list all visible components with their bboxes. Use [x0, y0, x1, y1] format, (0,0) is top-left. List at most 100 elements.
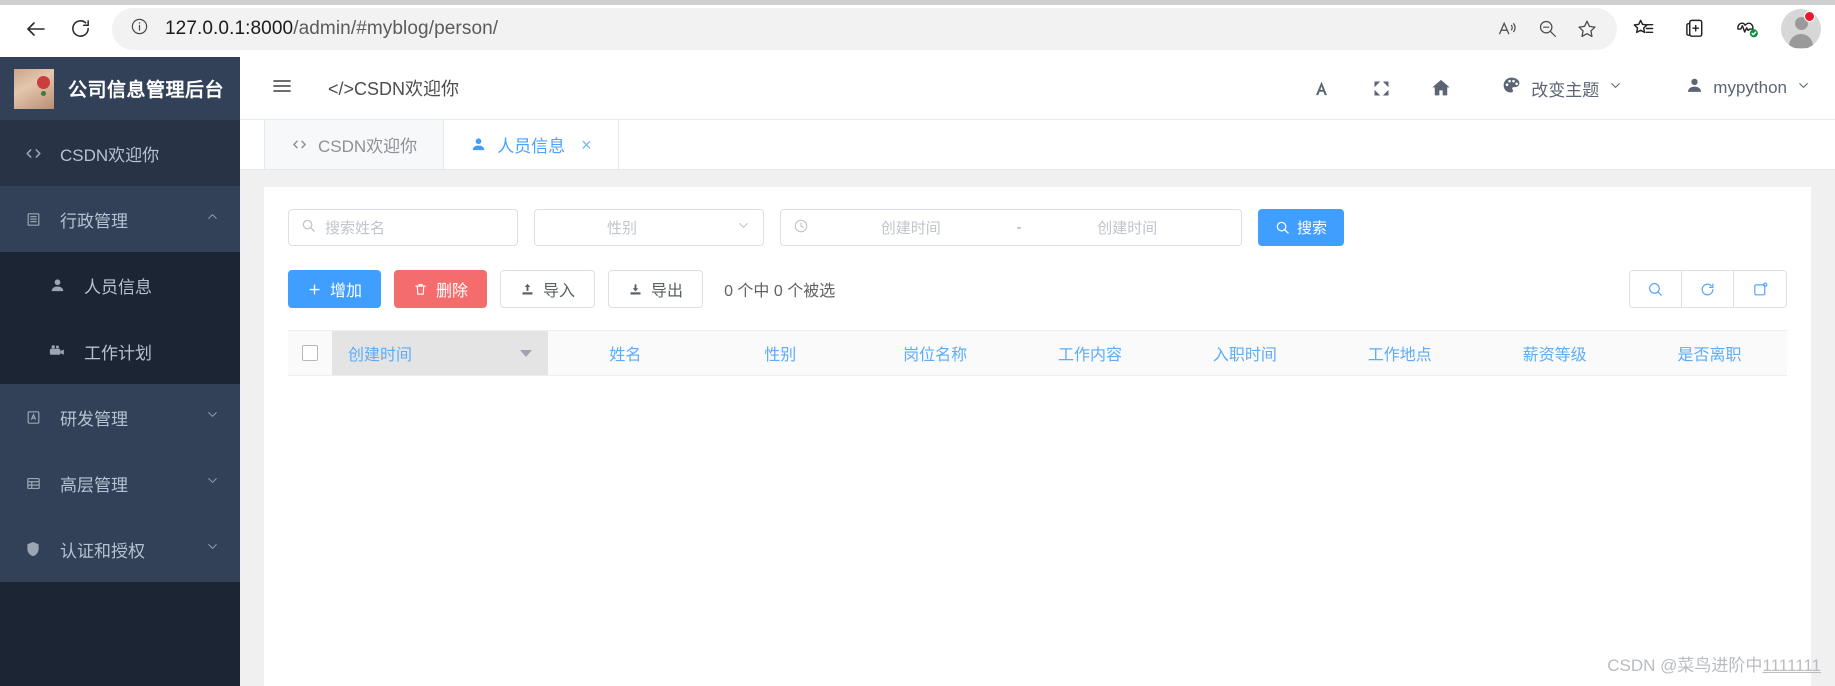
sidebar-item-label: 工作计划 [84, 343, 152, 363]
column-header-label: 创建时间 [348, 347, 413, 364]
search-name-placeholder: 搜索姓名 [325, 220, 386, 237]
column-header-hire-date[interactable]: 入职时间 [1168, 331, 1323, 375]
import-button-label: 导入 [543, 283, 576, 300]
gender-select[interactable]: 性别 [534, 209, 764, 246]
sidebar-item-label: 行政管理 [60, 211, 128, 231]
filter-row: 搜索姓名 性别 创建时间 - 创建时间 搜索 [288, 209, 1787, 246]
profile-notification-badge [1804, 10, 1815, 22]
page-title: </>CSDN欢迎你 [328, 79, 460, 99]
projector-icon [46, 342, 68, 360]
user-menu[interactable]: mypython [1685, 76, 1811, 100]
avatar-body [1789, 33, 1813, 48]
sidebar: 公司信息管理后台 CSDN欢迎你 行政管理 人员信息 工作计划 研发管理 高层管… [0, 57, 240, 686]
tab-bar: CSDN欢迎你 人员信息 × [240, 120, 1835, 170]
sidebar-item-executive-management[interactable]: 高层管理 [0, 450, 240, 516]
chevron-up-icon [205, 209, 220, 229]
search-button[interactable]: 搜索 [1258, 209, 1345, 246]
upload-icon [520, 282, 535, 297]
chevron-down-icon [736, 218, 751, 237]
person-panel: 搜索姓名 性别 创建时间 - 创建时间 搜索 增加 删除 导入 导出 0 个中 … [264, 187, 1811, 686]
column-header-gender[interactable]: 性别 [703, 331, 858, 375]
tab-csdn-welcome[interactable]: CSDN欢迎你 [264, 120, 445, 169]
font-size-icon[interactable] [1291, 68, 1351, 108]
column-header-work-content[interactable]: 工作内容 [1013, 331, 1168, 375]
app-shell: 公司信息管理后台 CSDN欢迎你 行政管理 人员信息 工作计划 研发管理 高层管… [0, 57, 1835, 686]
select-all-checkbox[interactable] [288, 331, 332, 375]
search-icon [1275, 220, 1290, 235]
chevron-down-icon [205, 473, 220, 493]
table-columns-button[interactable] [1734, 271, 1786, 307]
search-icon [301, 218, 316, 237]
export-button[interactable]: 导出 [608, 270, 704, 308]
sidebar-item-label: 高层管理 [60, 475, 128, 495]
back-arrow-icon[interactable] [14, 7, 58, 51]
fullscreen-icon[interactable] [1351, 68, 1411, 108]
column-header-create-time[interactable]: 创建时间 [332, 331, 548, 375]
search-button-label: 搜索 [1297, 220, 1328, 237]
date-start-placeholder: 创建时间 [880, 220, 941, 237]
browser-essentials-icon[interactable] [1721, 6, 1773, 52]
create-time-range-picker[interactable]: 创建时间 - 创建时间 [780, 209, 1242, 246]
app-header: </>CSDN欢迎你 改变主题 mypython [240, 57, 1835, 120]
person-table: 创建时间 姓名 性别 岗位名称 工作内容 入职时间 工作地点 薪资等级 是否离职 [288, 330, 1787, 586]
profile-avatar-icon[interactable] [1781, 8, 1821, 49]
flask-icon [22, 409, 44, 426]
search-name-input[interactable]: 搜索姓名 [288, 209, 518, 246]
home-icon[interactable] [1411, 68, 1471, 108]
column-header-salary-grade[interactable]: 薪资等级 [1477, 331, 1632, 375]
user-icon [46, 277, 68, 294]
table-body [288, 376, 1787, 586]
add-button[interactable]: 增加 [288, 270, 382, 308]
table-refresh-button[interactable] [1682, 271, 1734, 307]
reload-icon[interactable] [58, 7, 102, 51]
star-icon[interactable] [1567, 9, 1607, 49]
browser-toolbar: 127.0.0.1:8000/admin/#myblog/person/ [0, 0, 1835, 57]
trash-icon [413, 282, 428, 297]
table-icon [22, 475, 44, 492]
sidebar-brand[interactable]: 公司信息管理后台 [0, 57, 240, 120]
info-circle-icon[interactable] [130, 17, 149, 41]
sidebar-item-personnel-info[interactable]: 人员信息 [0, 252, 240, 318]
code-icon [291, 136, 308, 153]
download-icon [628, 282, 643, 297]
date-end-placeholder: 创建时间 [1097, 220, 1158, 237]
add-button-label: 增加 [330, 283, 363, 300]
collections-icon[interactable] [1617, 6, 1669, 52]
shield-icon [22, 540, 44, 558]
sidebar-item-label: 认证和授权 [60, 541, 145, 561]
sidebar-item-rd-management[interactable]: 研发管理 [0, 384, 240, 450]
zoom-out-icon[interactable] [1527, 9, 1567, 49]
split-screen-icon[interactable] [1669, 6, 1721, 52]
delete-button[interactable]: 删除 [394, 270, 488, 308]
sidebar-item-label: 研发管理 [60, 409, 128, 429]
menu-icon[interactable] [270, 74, 294, 103]
url-path: /admin/#myblog/person/ [293, 17, 499, 39]
sidebar-item-admin-management[interactable]: 行政管理 [0, 186, 240, 252]
column-header-work-location[interactable]: 工作地点 [1322, 331, 1477, 375]
clock-icon [793, 218, 809, 238]
column-header-resigned[interactable]: 是否离职 [1632, 331, 1787, 375]
chevron-down-icon [1796, 78, 1811, 98]
column-header-name[interactable]: 姓名 [548, 331, 703, 375]
close-icon[interactable]: × [581, 136, 592, 154]
theme-selector[interactable]: 改变主题 [1501, 75, 1623, 101]
main-area: </>CSDN欢迎你 改变主题 mypython CSDN欢迎你 人员信息 × … [240, 57, 1835, 686]
sidebar-item-auth-permissions[interactable]: 认证和授权 [0, 516, 240, 582]
sidebar-item-label: CSDN欢迎你 [60, 145, 160, 165]
sidebar-item-csdn[interactable]: CSDN欢迎你 [0, 120, 240, 186]
building-icon [22, 211, 44, 228]
action-row: 增加 删除 导入 导出 0 个中 0 个被选 [288, 270, 1787, 308]
address-bar[interactable]: 127.0.0.1:8000/admin/#myblog/person/ [112, 7, 1617, 50]
sidebar-item-work-plan[interactable]: 工作计划 [0, 318, 240, 384]
brand-title: 公司信息管理后台 [68, 80, 225, 101]
column-header-position[interactable]: 岗位名称 [858, 331, 1013, 375]
user-icon [1685, 76, 1704, 100]
watermark: CSDN @菜鸟进阶中1111111 [1607, 651, 1821, 676]
chevron-down-icon [1608, 78, 1623, 98]
tab-personnel-info[interactable]: 人员信息 × [444, 120, 619, 169]
read-aloud-icon[interactable] [1487, 9, 1527, 49]
user-name-label: mypython [1713, 78, 1787, 97]
import-button[interactable]: 导入 [500, 270, 596, 308]
watermark-suffix: 1111111 [1762, 656, 1821, 675]
table-search-button[interactable] [1630, 271, 1682, 307]
